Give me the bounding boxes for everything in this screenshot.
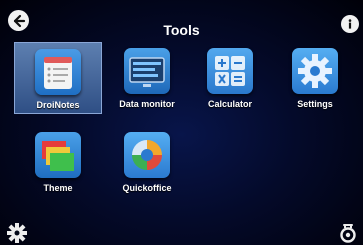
app-calculator[interactable]: Calculator xyxy=(186,42,274,114)
app-data-monitor[interactable]: Data monitor xyxy=(103,42,191,114)
theme-icon xyxy=(35,132,81,178)
calculator-icon xyxy=(207,48,253,94)
app-quickoffice[interactable]: Quickoffice xyxy=(103,126,191,198)
info-icon xyxy=(348,19,352,29)
app-theme[interactable]: Theme xyxy=(14,126,102,198)
app-label: Calculator xyxy=(207,99,252,109)
app-label: DroiNotes xyxy=(36,100,80,110)
app-settings[interactable]: Settings xyxy=(271,42,359,114)
settings-gear-button[interactable] xyxy=(6,222,28,244)
app-label: Quickoffice xyxy=(122,183,172,193)
camera-icon xyxy=(340,224,356,243)
notepad-icon xyxy=(35,49,81,95)
app-label: Data monitor xyxy=(119,99,175,109)
quickoffice-icon xyxy=(124,132,170,178)
camera-button[interactable] xyxy=(337,222,359,244)
data-monitor-icon xyxy=(124,48,170,94)
info-button[interactable] xyxy=(341,15,359,33)
top-bar: Tools xyxy=(0,0,363,44)
page-title: Tools xyxy=(163,22,200,38)
gear-icon xyxy=(7,223,27,243)
app-label: Settings xyxy=(297,99,333,109)
gear-icon xyxy=(292,48,338,94)
app-label: Theme xyxy=(43,183,73,193)
app-droinotes[interactable]: DroiNotes xyxy=(14,42,102,114)
